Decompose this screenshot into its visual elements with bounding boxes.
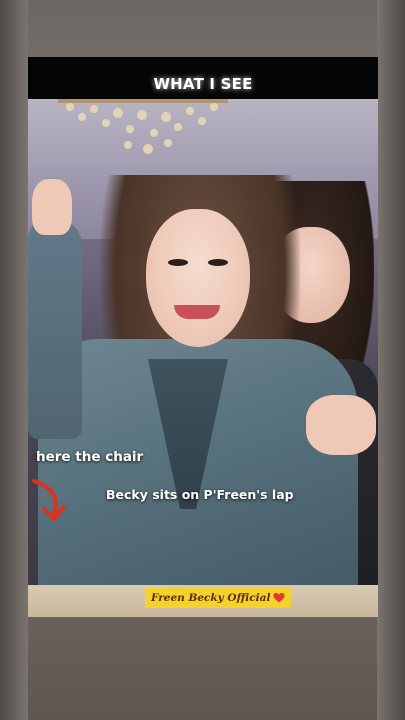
annotation-chair: here the chair (36, 449, 144, 465)
watermark-badge: Freen Becky Official (145, 588, 292, 608)
caption-title: WHAT I SEE (153, 75, 253, 93)
smile (174, 305, 220, 319)
chandelier (58, 99, 228, 154)
watermark-text: Freen Becky Official (151, 592, 271, 604)
raised-arm (28, 219, 82, 439)
heart-icon (273, 593, 285, 603)
blurred-backdrop-right (377, 0, 405, 720)
eye-right (208, 259, 228, 266)
caption-bar: WHAT I SEE (28, 57, 378, 99)
hand-right (306, 395, 376, 455)
eye-left (168, 259, 188, 266)
annotation-lap: Becky sits on P'Freen's lap (106, 487, 294, 502)
person-main-face (146, 209, 250, 347)
peace-sign-hand (32, 179, 72, 235)
video-frame[interactable]: WHAT I SEE here the chair Becky sits on … (28, 57, 378, 617)
arrow-icon (32, 479, 66, 521)
blurred-backdrop-left (0, 0, 28, 720)
video-scene (28, 99, 378, 617)
